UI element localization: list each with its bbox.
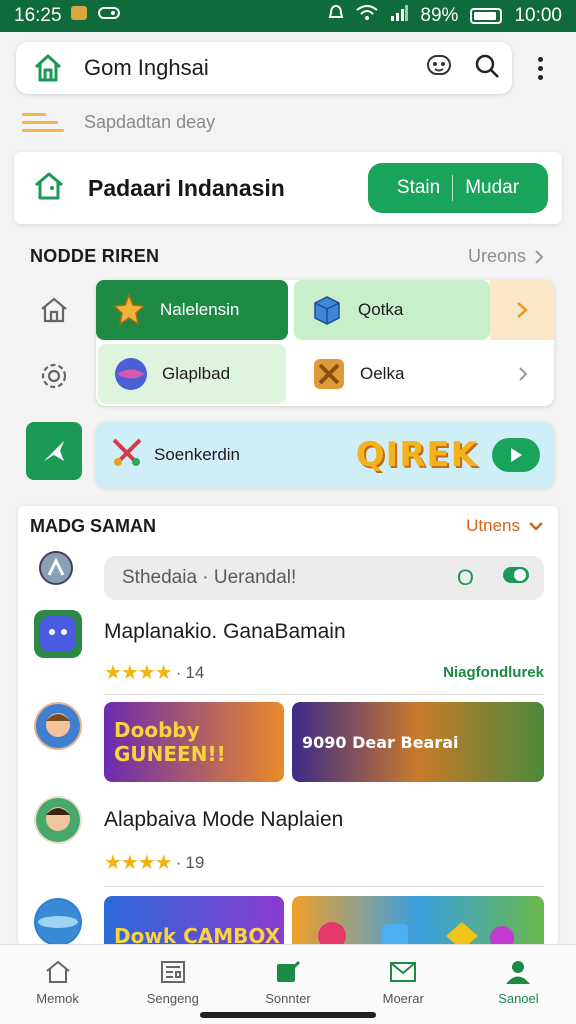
cube-icon <box>308 291 346 329</box>
hero-title: Padaari Indanasin <box>88 174 285 201</box>
newspaper-icon <box>160 961 185 983</box>
category-tile[interactable]: Qotka <box>294 280 490 340</box>
play-button[interactable] <box>492 438 540 472</box>
section-heading: NODDE RIREN <box>30 246 160 266</box>
game-title[interactable]: Alapbaiva Mode Naplaien <box>104 808 343 832</box>
wifi-icon <box>356 5 379 27</box>
stars-icon: ★★★★ <box>104 662 173 684</box>
mail-icon <box>390 962 417 982</box>
candy-icons <box>318 922 514 946</box>
compass-icon <box>36 548 76 588</box>
search-badge: O <box>456 565 474 590</box>
chevron-right-icon <box>519 367 528 381</box>
chevron-right-icon[interactable] <box>490 280 554 340</box>
chevron-right-icon <box>535 249 544 264</box>
section-more-link[interactable]: Utnens <box>466 516 544 536</box>
globe-icon <box>112 355 150 393</box>
home-outline-icon[interactable] <box>34 290 74 330</box>
game-title[interactable]: Maplanakio. GanaBamain <box>104 620 346 644</box>
game-thumbnail[interactable]: Dowk CAMBOX <box>104 896 284 946</box>
game-thumbnail[interactable]: 9090 Dear Bearai <box>292 702 544 782</box>
rating-count: 14 <box>185 662 205 682</box>
avatar <box>34 702 82 750</box>
tile-label: Nalelensin <box>160 300 240 319</box>
thumb-caption: Doobby GUNEEN!! <box>114 718 226 766</box>
send-button[interactable] <box>26 422 82 480</box>
more-options-icon[interactable] <box>528 50 552 86</box>
nav-label: Sonnter <box>265 991 311 1006</box>
hero-cta-button[interactable]: Stain Mudar <box>368 163 548 213</box>
nav-item-memok[interactable]: Memok <box>0 945 115 1024</box>
rating-count: 19 <box>185 852 205 872</box>
game-rating: ★★★★ · 19 <box>104 852 205 874</box>
hero-card: Padaari Indanasin Stain Mudar <box>14 152 562 224</box>
notification-icon <box>70 4 90 28</box>
section-more-label: Utnens <box>466 516 520 535</box>
menu-lines-icon[interactable] <box>22 112 64 132</box>
game-app-icon[interactable] <box>34 610 82 658</box>
app-title: Gom Inghsai <box>84 55 209 80</box>
send-arrow-icon <box>44 441 64 461</box>
assistant-icon[interactable] <box>426 53 452 84</box>
puzzle-icon <box>310 355 348 393</box>
settings-gear-icon[interactable] <box>34 356 74 396</box>
subtitle-row: Sapdadtan deay <box>22 108 522 136</box>
status-time: 16:25 <box>14 5 62 26</box>
banner-word: QIREK <box>355 435 478 475</box>
gamepad-icon <box>97 5 120 27</box>
alarm-icon <box>328 4 344 28</box>
signal-icon <box>390 5 409 27</box>
promo-banner[interactable]: Soenkerdin QIREK <box>96 422 554 488</box>
game-thumbnail[interactable] <box>292 896 544 946</box>
tile-label: Qotka <box>358 300 404 319</box>
nav-label: Moerar <box>382 991 424 1006</box>
tile-label: Glaplbad <box>162 364 231 383</box>
battery-icon <box>470 8 503 24</box>
cta-right-label: Mudar <box>465 177 520 198</box>
search-text: Sthedaia · Uerandal! <box>122 567 297 588</box>
home-icon[interactable] <box>28 48 68 88</box>
game-rating: ★★★★ · 14 <box>104 662 205 684</box>
nav-item-sanoel[interactable]: Sanoel <box>461 945 576 1024</box>
nav-label: Sengeng <box>146 991 199 1006</box>
game-tag: Niagfondlurek <box>443 664 544 681</box>
nav-label: Sanoel <box>498 991 539 1006</box>
cta-left-label: Stain <box>396 177 441 198</box>
store-home-icon <box>32 171 66 206</box>
nav-label: Memok <box>36 991 79 1006</box>
section-heading: MADG SAMAN <box>30 516 156 536</box>
planet-icon <box>34 898 82 946</box>
divider <box>104 694 544 695</box>
person-icon <box>506 961 531 984</box>
play-icon <box>511 448 522 462</box>
thumb-caption: Dowk CAMBOX <box>114 924 281 946</box>
subtitle-text: Sapdadtan deay <box>84 111 216 132</box>
tile-label: Oelka <box>360 364 405 383</box>
home-icon <box>45 960 70 983</box>
battery-percent: 89% <box>420 5 459 26</box>
search-input[interactable]: Sthedaia · Uerandal! O <box>104 556 544 600</box>
games-section: MADG SAMAN Utnens Sthedaia · Uerandal! O… <box>18 506 558 946</box>
search-icon[interactable] <box>474 53 500 84</box>
category-tile[interactable]: Oelka <box>296 344 552 404</box>
banner-label: Soenkerdin <box>154 445 241 464</box>
status-bar: 16:25 89% 10:00 <box>0 0 576 32</box>
category-tile[interactable]: Glaplbad <box>98 344 286 404</box>
chevron-down-icon <box>529 522 543 531</box>
edit-icon <box>277 960 301 982</box>
category-tile[interactable]: Nalelensin <box>96 280 288 340</box>
game-thumbnail[interactable]: Doobby GUNEEN!! <box>104 702 284 782</box>
section-more-label: Ureons <box>467 246 526 266</box>
star-badge-icon <box>110 291 148 329</box>
toggle-icon[interactable] <box>502 564 530 592</box>
stars-icon: ★★★★ <box>104 852 173 874</box>
status-clock: 10:00 <box>514 5 562 26</box>
section-more-link[interactable]: Ureons <box>468 246 544 267</box>
thumb-caption: 9090 Dear Bearai <box>302 732 459 752</box>
divider <box>104 886 544 887</box>
gesture-bar[interactable] <box>200 1012 376 1018</box>
avatar <box>34 796 82 844</box>
swords-icon <box>110 436 144 475</box>
app-bar: Gom Inghsai <box>16 42 512 94</box>
